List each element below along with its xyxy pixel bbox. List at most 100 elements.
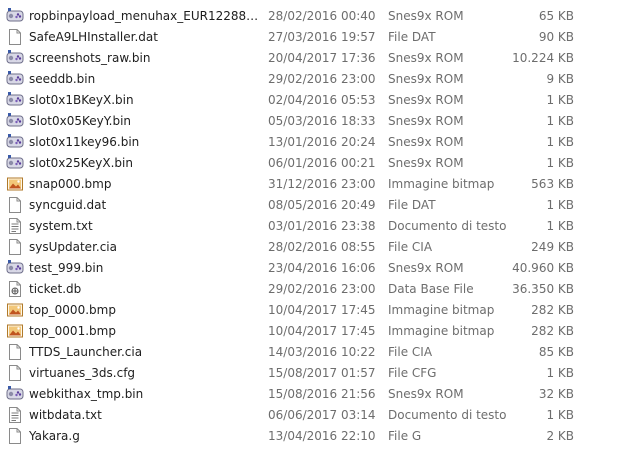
file-type: Documento di testo [388,219,507,233]
file-row[interactable]: ropbinpayload_menuhax_EUR12288_new... 28/… [0,6,630,27]
file-size: 90 KB [538,30,574,44]
file-row[interactable]: virtuanes_3ds.cfg 15/08/2017 01:57 File CF… [0,363,630,384]
file-row[interactable]: TTDS_Launcher.cia 14/03/2016 10:22 File CI… [0,342,630,363]
file-date-modified: 15/08/2016 21:56 [268,387,376,401]
file-type: Immagine bitmap [388,303,495,317]
file-name: slot0x1BKeyX.bin [29,93,134,107]
file-row[interactable]: slot0x25KeyX.bin 06/01/2016 00:21 Snes9x R… [0,153,630,174]
file-size: 1 KB [546,156,574,170]
file-size: 1 KB [546,408,574,422]
file-date-modified: 02/04/2016 05:53 [268,93,376,107]
file-name: TTDS_Launcher.cia [29,345,143,359]
file-date-modified: 28/02/2016 00:40 [268,9,376,23]
file-row[interactable]: top_0000.bmp 10/04/2017 17:45 Immagine bit… [0,300,630,321]
file-type: File CIA [388,240,433,254]
file-row[interactable]: Slot0x05KeyY.bin 05/03/2016 18:33 Snes9x R… [0,111,630,132]
file-date-modified: 20/04/2017 17:36 [268,51,376,65]
file-date-modified: 05/03/2016 18:33 [268,114,376,128]
file-date-modified: 31/12/2016 23:00 [268,177,376,191]
file-type: File DAT [388,30,436,44]
file-date-modified: 29/02/2016 23:00 [268,282,376,296]
file-type: Snes9x ROM [388,135,464,149]
text-file-icon [6,217,24,235]
bitmap-icon [6,301,24,319]
file-name: test_999.bin [29,261,104,275]
file-type: Immagine bitmap [388,177,495,191]
file-date-modified: 28/02/2016 08:55 [268,240,376,254]
text-file-icon [6,406,24,424]
file-row[interactable]: snap000.bmp 31/12/2016 23:00 Immagine bitm… [0,174,630,195]
file-row[interactable]: test_999.bin 23/04/2016 16:06 Snes9x ROM 40… [0,258,630,279]
bitmap-icon [6,322,24,340]
file-date-modified: 10/04/2017 17:45 [268,324,376,338]
file-size: 1 KB [546,198,574,212]
file-date-modified: 06/01/2016 00:21 [268,156,376,170]
file-row[interactable]: slot0x11key96.bin 13/01/2016 20:24 Snes9x … [0,132,630,153]
file-size: 1 KB [546,93,574,107]
file-name: slot0x11key96.bin [29,135,140,149]
file-icon [6,343,24,361]
file-size: 65 KB [538,9,574,23]
file-type: File CIA [388,345,433,359]
file-row[interactable]: webkithax_tmp.bin 15/08/2016 21:56 Snes9x … [0,384,630,405]
file-type: Snes9x ROM [388,261,464,275]
file-type: Snes9x ROM [388,93,464,107]
database-file-icon [6,280,24,298]
file-date-modified: 08/05/2016 20:49 [268,198,376,212]
file-row[interactable]: screenshots_raw.bin 20/04/2017 17:36 Snes9… [0,48,630,69]
file-name: virtuanes_3ds.cfg [29,366,136,380]
bitmap-icon [6,175,24,193]
file-name: top_0001.bmp [29,324,116,338]
file-name: ticket.db [29,282,82,296]
file-row[interactable]: top_0001.bmp 10/04/2017 17:45 Immagine bit… [0,321,630,342]
file-row[interactable]: seeddb.bin 29/02/2016 23:00 Snes9x ROM 9 KB [0,69,630,90]
file-type: Snes9x ROM [388,51,464,65]
file-icon [6,238,24,256]
file-name: Yakara.g [29,429,80,443]
file-icon [6,28,24,46]
file-type: File DAT [388,198,436,212]
file-name: syncguid.dat [29,198,107,212]
file-row[interactable]: witbdata.txt 06/06/2017 03:14 Documento di… [0,405,630,426]
file-row[interactable]: system.txt 03/01/2016 23:38 Documento di t… [0,216,630,237]
file-row[interactable]: Yakara.g 13/04/2016 22:10 File G 2 KB [0,426,630,447]
file-name: sysUpdater.cia [29,240,117,254]
file-size: 563 KB [531,177,574,191]
file-date-modified: 10/04/2017 17:45 [268,303,376,317]
file-size: 1 KB [546,114,574,128]
file-name: webkithax_tmp.bin [29,387,144,401]
file-row[interactable]: sysUpdater.cia 28/02/2016 08:55 File CIA 24… [0,237,630,258]
file-type: Snes9x ROM [388,114,464,128]
file-date-modified: 03/01/2016 23:38 [268,219,376,233]
file-date-modified: 29/02/2016 23:00 [268,72,376,86]
snes-rom-icon [6,133,24,151]
file-name: SafeA9LHInstaller.dat [29,30,158,44]
file-name: seeddb.bin [29,72,96,86]
file-size: 9 KB [546,72,574,86]
snes-rom-icon [6,112,24,130]
file-icon [6,427,24,445]
file-row[interactable]: syncguid.dat 08/05/2016 20:49 File DAT 1 KB [0,195,630,216]
file-size: 249 KB [531,240,574,254]
file-icon [6,364,24,382]
file-size: 282 KB [531,303,574,317]
file-size: 1 KB [546,219,574,233]
snes-rom-icon [6,7,24,25]
file-size: 32 KB [538,387,574,401]
file-icon [6,196,24,214]
file-date-modified: 15/08/2017 01:57 [268,366,376,380]
file-name: top_0000.bmp [29,303,116,317]
file-name: slot0x25KeyX.bin [29,156,133,170]
file-name: system.txt [29,219,93,233]
file-type: Data Base File [388,282,474,296]
file-name: Slot0x05KeyY.bin [29,114,132,128]
file-size: 1 KB [546,366,574,380]
file-type: Documento di testo [388,408,507,422]
file-name: witbdata.txt [29,408,102,422]
file-row[interactable]: slot0x1BKeyX.bin 02/04/2016 05:53 Snes9x R… [0,90,630,111]
file-row[interactable]: ticket.db 29/02/2016 23:00 Data Base File 3… [0,279,630,300]
file-type: Snes9x ROM [388,72,464,86]
file-row[interactable]: SafeA9LHInstaller.dat 27/03/2016 19:57 Fil… [0,27,630,48]
file-date-modified: 13/01/2016 20:24 [268,135,376,149]
file-date-modified: 23/04/2016 16:06 [268,261,376,275]
